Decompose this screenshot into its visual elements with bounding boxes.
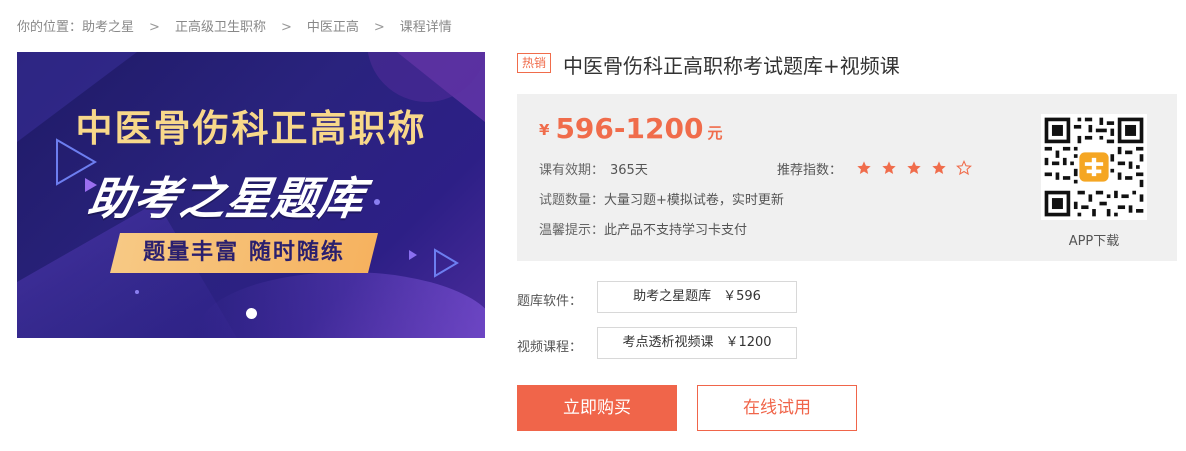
breadcrumb-item-home[interactable]: 助考之星 — [82, 16, 134, 35]
star-filled-icon — [932, 161, 946, 174]
star-empty-icon — [956, 160, 973, 176]
option-label-video-course: 视频课程： — [517, 340, 583, 355]
product-banner: 中医骨伤科正高职称 助考之星题库 题量丰富 随时随练 — [17, 52, 485, 338]
option-name: 助考之星题库 — [633, 289, 712, 304]
breadcrumb-separator: > — [373, 20, 385, 35]
product-title-row: 热销 中医骨伤科正高职称考试题库+视频课 — [517, 50, 900, 79]
breadcrumb-item-category[interactable]: 正高级卫生职称 — [175, 16, 266, 35]
validity-label: 课有效期： — [539, 163, 605, 178]
app-download-caption: APP下载 — [1068, 234, 1120, 249]
questions-label: 试题数量： — [539, 193, 605, 208]
product-info-panel: ¥596-1200 元 课有效期： 365天 推荐指数： 试题数量：大量习题+模拟试… — [517, 94, 1177, 261]
price-range: 596-1200 — [555, 112, 704, 145]
star-filled-icon — [882, 161, 896, 174]
option-question-bank[interactable]: 助考之星题库 ￥596 — [597, 281, 797, 313]
price-unit: 元 — [707, 124, 723, 142]
rating-label: 推荐指数： — [777, 163, 843, 178]
banner-slogan: 题量丰富 随时随练 — [143, 240, 345, 265]
carousel-dot[interactable] — [246, 308, 257, 319]
breadcrumb-item-subcategory[interactable]: 中医正高 — [307, 16, 359, 35]
banner-title: 中医骨伤科正高职称 — [75, 107, 427, 150]
product-title: 中医骨伤科正高职称考试题库+视频课 — [563, 54, 900, 78]
breadcrumb: 你的位置：助考之星 > 正高级卫生职称 > 中医正高 > 课程详情 — [17, 16, 452, 35]
questions-value: 大量习题+模拟试卷，实时更新 — [604, 193, 784, 208]
option-price: ￥596 — [723, 289, 761, 304]
rating-stars — [856, 160, 981, 180]
breadcrumb-item-current: 课程详情 — [399, 20, 452, 35]
validity-row: 课有效期： 365天 — [539, 159, 648, 178]
option-label-question-bank: 题库软件： — [517, 294, 583, 309]
option-video-course[interactable]: 考点透析视频课 ￥1200 — [597, 327, 797, 359]
qr-code-graphic — [1041, 114, 1147, 220]
breadcrumb-separator: > — [280, 20, 292, 35]
rating-row: 推荐指数： — [777, 159, 981, 180]
tip-row: 温馨提示：此产品不支持学习卡支付 — [539, 219, 747, 238]
tip-label: 温馨提示： — [539, 223, 605, 238]
product-detail-page: 你的位置：助考之星 > 正高级卫生职称 > 中医正高 > 课程详情 中医骨伤科正… — [0, 0, 1186, 451]
tip-value: 此产品不支持学习卡支付 — [604, 223, 748, 238]
online-trial-button[interactable]: 在线试用 — [697, 385, 857, 431]
currency-symbol: ¥ — [539, 121, 550, 139]
qr-code-icon[interactable] — [1041, 114, 1147, 220]
breadcrumb-prefix: 你的位置： — [17, 20, 83, 35]
questions-row: 试题数量：大量习题+模拟试卷，实时更新 — [539, 189, 784, 208]
option-price: ￥1200 — [725, 335, 772, 350]
validity-value: 365天 — [610, 163, 648, 178]
star-filled-icon — [907, 161, 921, 174]
star-filled-icon — [857, 161, 871, 174]
price: ¥596-1200 元 — [539, 112, 722, 145]
hot-badge: 热销 — [517, 52, 552, 73]
breadcrumb-separator: > — [149, 20, 160, 35]
banner-subtitle: 助考之星题库 — [84, 172, 369, 225]
option-name: 考点透析视频课 — [622, 335, 714, 350]
buy-now-button[interactable]: 立即购买 — [517, 385, 677, 431]
